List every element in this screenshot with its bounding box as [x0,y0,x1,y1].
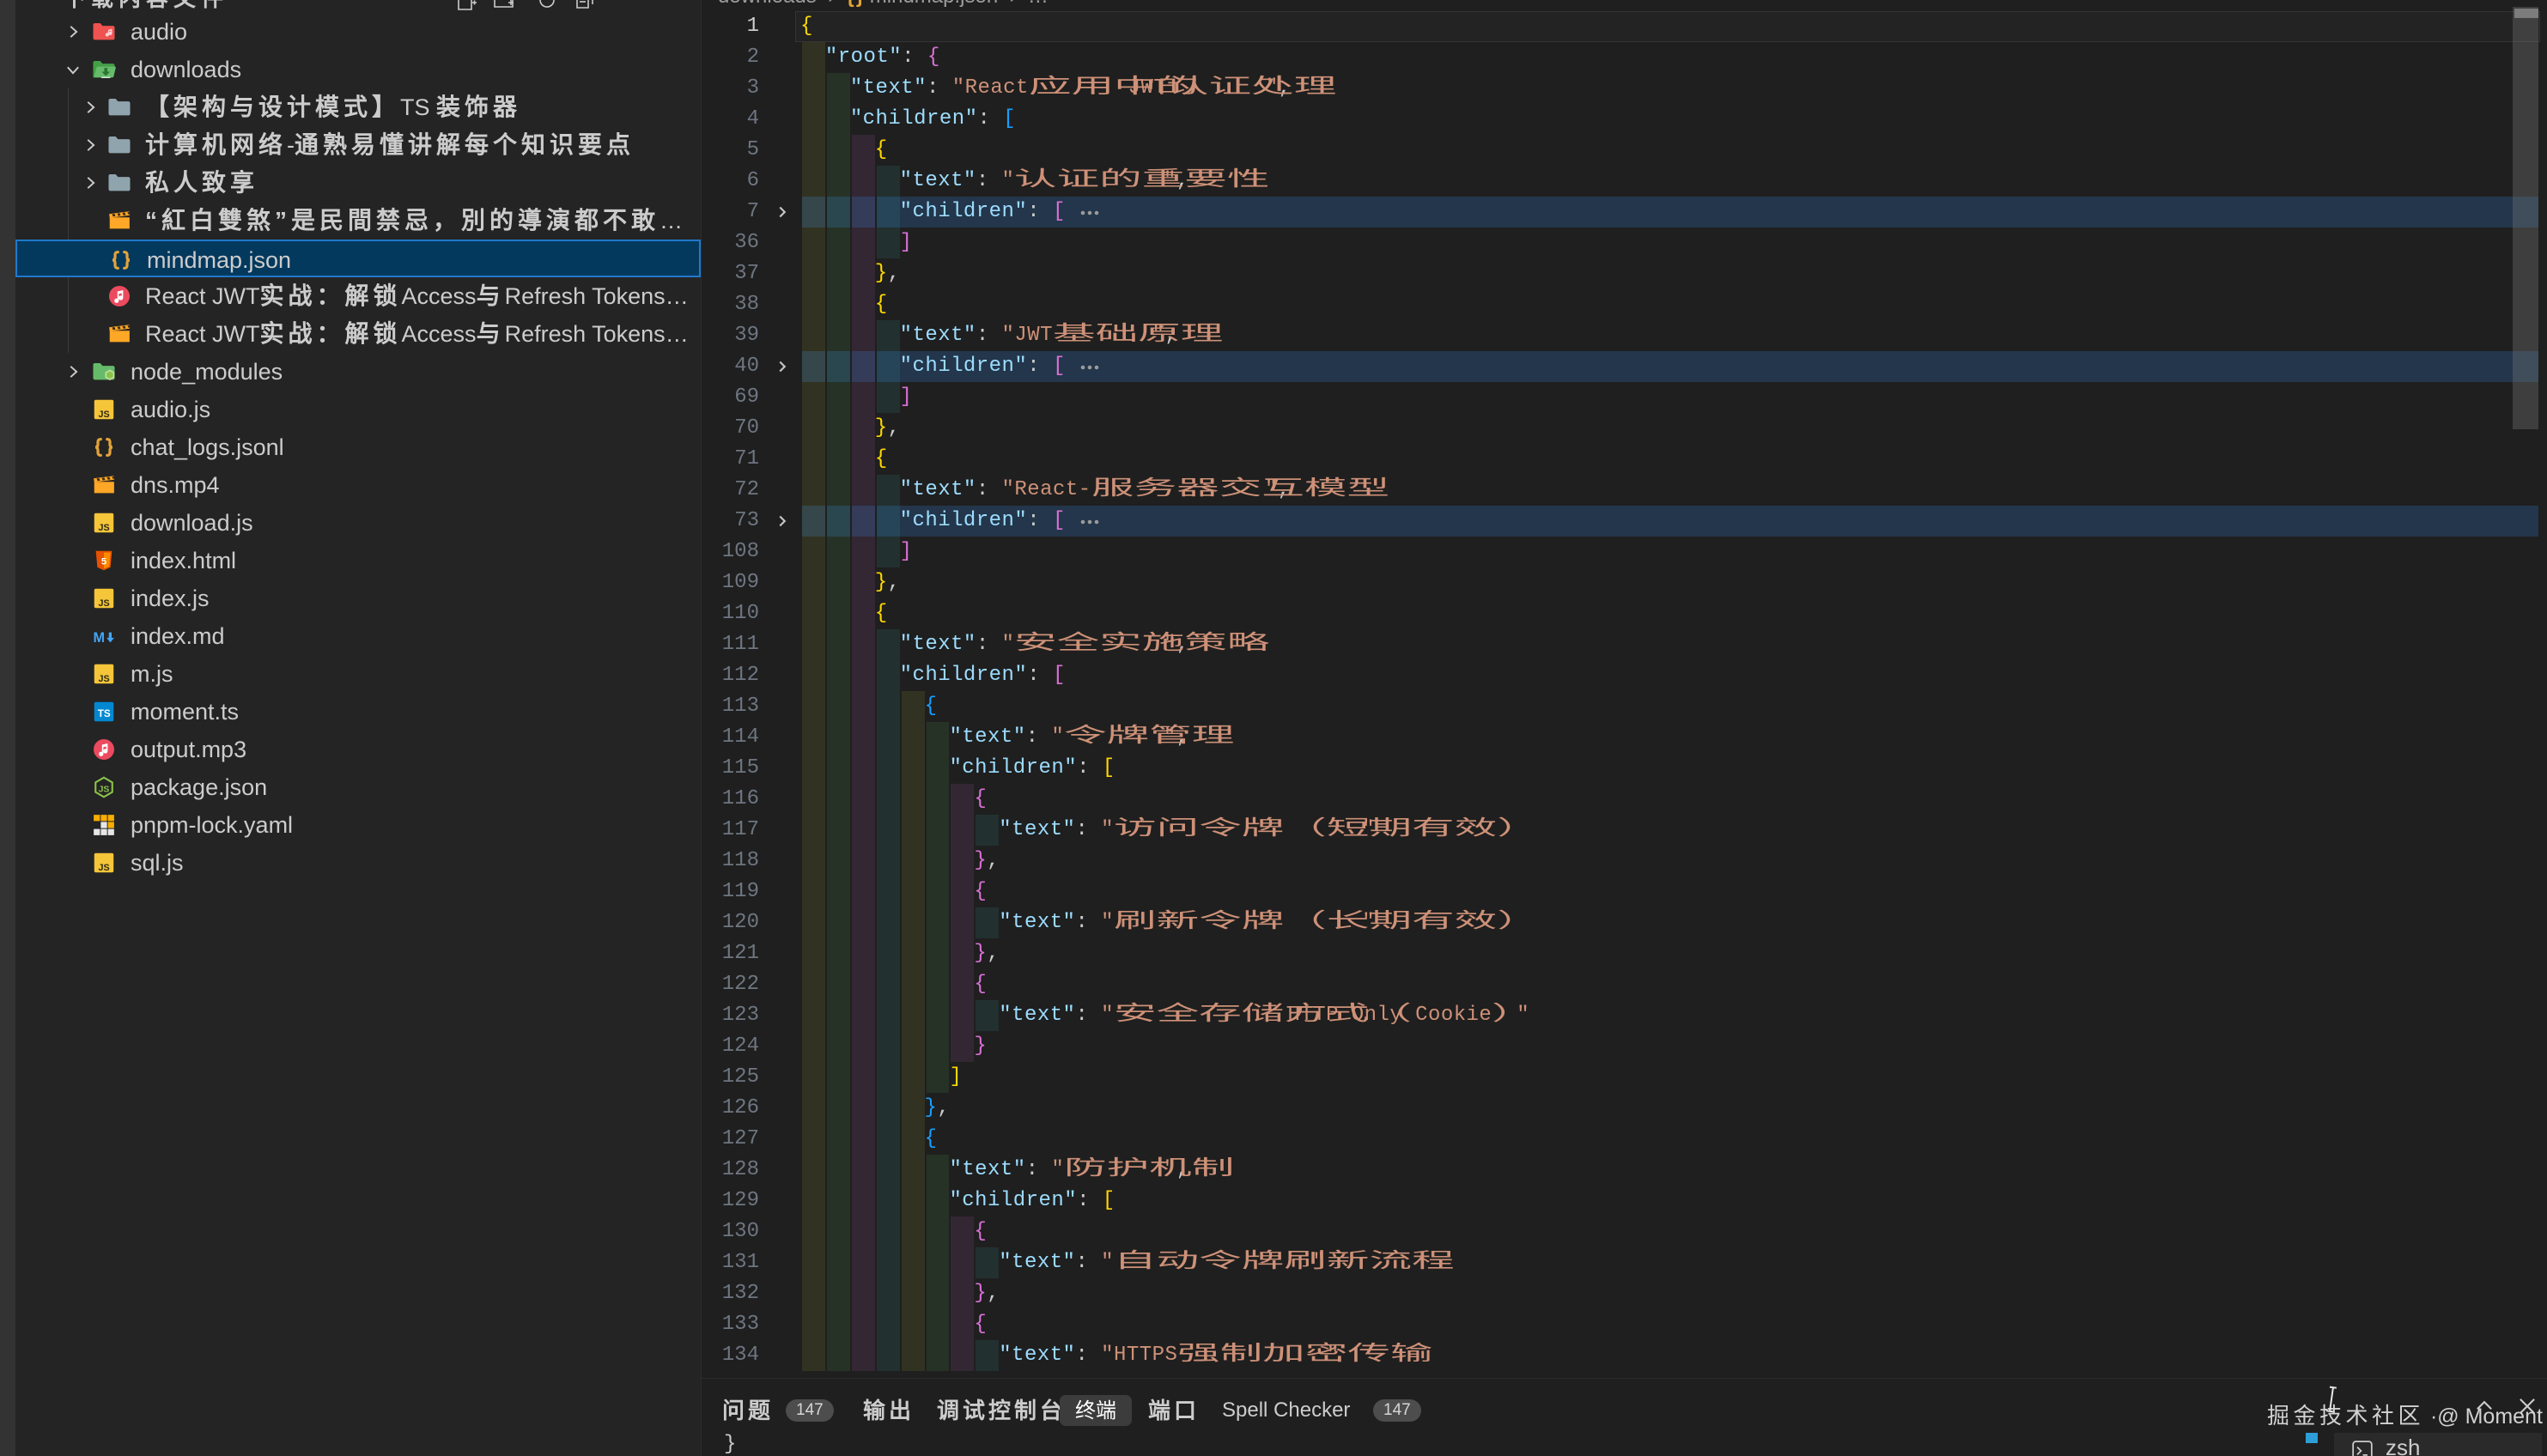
svg-text:JS: JS [98,523,109,533]
svg-text:JS: JS [98,410,109,420]
svg-text:JS: JS [98,674,109,684]
svg-text:TS: TS [98,708,111,719]
svg-text:5: 5 [101,557,106,567]
svg-text:M: M [94,630,106,646]
svg-text:JS: JS [98,598,109,609]
svg-text:JS: JS [99,785,110,795]
svg-text:JS: JS [98,863,109,873]
